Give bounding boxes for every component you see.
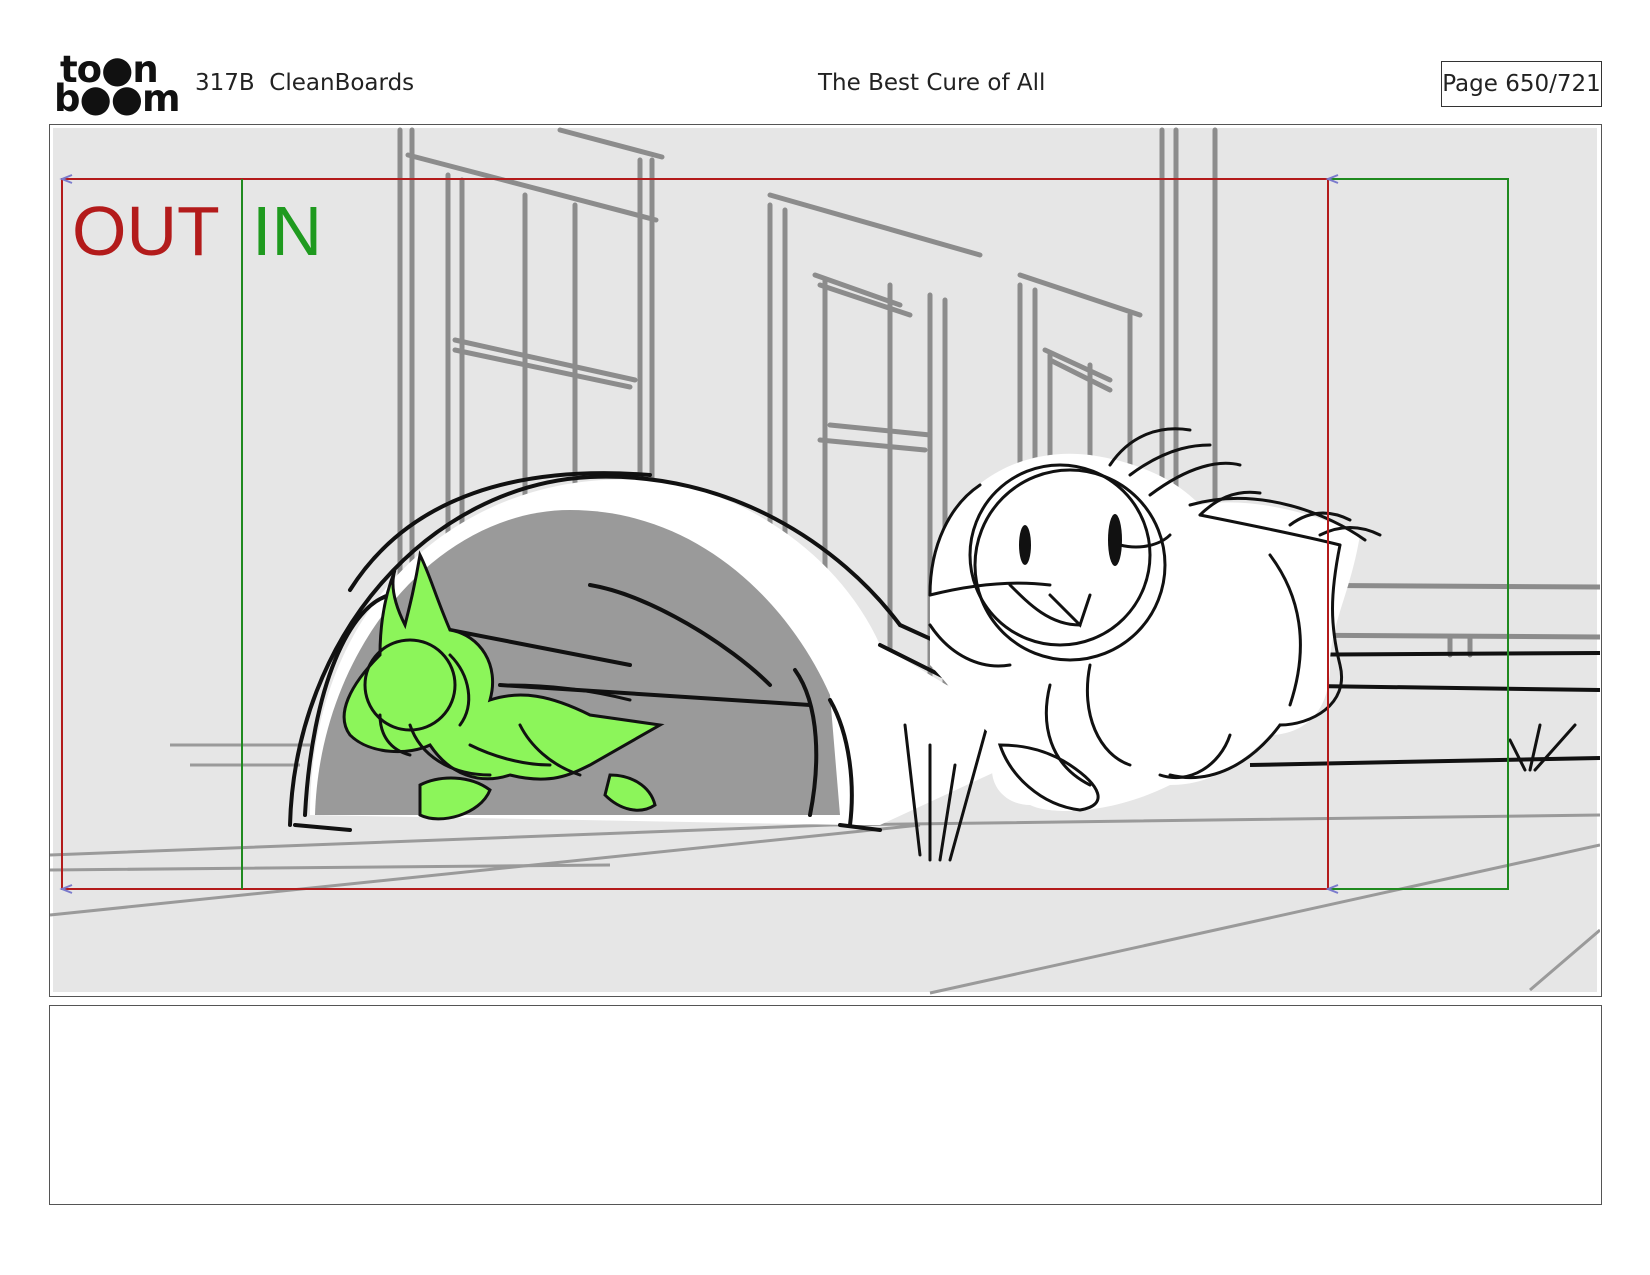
page-header: to●n b●●m 317B CleanBoards The Best Cure… xyxy=(0,0,1650,120)
out-label: OUT xyxy=(72,192,220,270)
in-label: IN xyxy=(252,192,322,270)
panel-notes-box xyxy=(49,1005,1602,1205)
logo-text-bottom: b●●m xyxy=(54,77,181,120)
storyboard-title: The Best Cure of All xyxy=(818,70,1046,96)
episode-label: 317B CleanBoards xyxy=(195,70,415,96)
storyboard-panel: OUT IN xyxy=(49,124,1602,997)
page-number: Page 650/721 xyxy=(1441,61,1602,107)
toonboom-logo: to●n b●●m xyxy=(54,51,181,118)
panel-drawing: OUT IN xyxy=(50,127,1600,995)
